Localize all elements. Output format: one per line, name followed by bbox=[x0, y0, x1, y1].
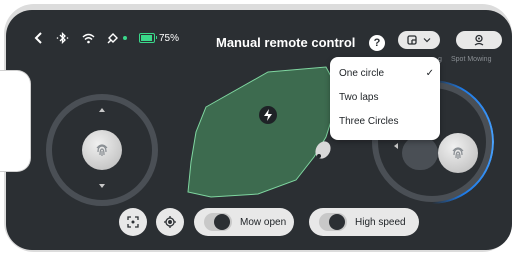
focus-button[interactable] bbox=[119, 208, 147, 236]
right-joystick-trail bbox=[402, 136, 438, 170]
chevron-down-icon bbox=[423, 38, 431, 43]
device-side-notch bbox=[0, 70, 31, 172]
menu-item-label: Two laps bbox=[339, 92, 379, 103]
battery-indicator: 75% bbox=[139, 33, 179, 44]
menu-item-label: Three Circles bbox=[339, 116, 399, 127]
speed-toggle[interactable]: High speed bbox=[309, 208, 419, 236]
mode-dropdown-button[interactable] bbox=[398, 31, 440, 49]
bluetooth-icon bbox=[56, 32, 70, 44]
lawn-area bbox=[187, 66, 335, 198]
status-bar: 75% bbox=[34, 32, 179, 44]
wifi-icon bbox=[82, 33, 95, 44]
map-icon bbox=[407, 35, 417, 45]
page-title: Manual remote control bbox=[216, 35, 356, 50]
fingerprint-icon bbox=[96, 144, 108, 156]
spot-mowing-label: Spot Mowing bbox=[451, 56, 492, 63]
locate-icon bbox=[164, 216, 176, 228]
mode-menu: One circle ✓ Two laps Three Circles bbox=[330, 57, 440, 140]
mow-toggle[interactable]: Mow open bbox=[194, 208, 294, 236]
mowing-map[interactable] bbox=[176, 62, 346, 202]
focus-icon bbox=[127, 216, 139, 228]
back-icon[interactable] bbox=[34, 32, 44, 44]
menu-item-two-laps[interactable]: Two laps bbox=[339, 90, 434, 106]
spot-mowing-button[interactable] bbox=[456, 31, 502, 49]
menu-item-label: One circle bbox=[339, 68, 385, 79]
locate-button[interactable] bbox=[156, 208, 184, 236]
speed-switch[interactable] bbox=[319, 213, 347, 231]
down-arrow-icon bbox=[99, 184, 105, 188]
speed-label: High speed bbox=[355, 216, 406, 228]
app-screen: 75% Manual remote control ? g Spot Mowin… bbox=[6, 10, 512, 250]
battery-icon bbox=[139, 33, 157, 43]
menu-item-one-circle[interactable]: One circle ✓ bbox=[339, 66, 434, 82]
signal-dot-icon bbox=[123, 36, 127, 40]
left-arrow-icon bbox=[394, 143, 398, 149]
spot-mowing-icon bbox=[474, 34, 484, 46]
satellite-icon bbox=[107, 32, 119, 44]
up-arrow-icon bbox=[99, 108, 105, 112]
mow-label: Mow open bbox=[240, 216, 287, 228]
left-joystick-thumb[interactable] bbox=[82, 130, 122, 170]
fingerprint-icon bbox=[452, 147, 464, 159]
help-button[interactable]: ? bbox=[369, 35, 385, 51]
battery-percent: 75% bbox=[159, 32, 180, 44]
check-icon: ✓ bbox=[425, 68, 434, 79]
menu-item-three-circles[interactable]: Three Circles bbox=[339, 114, 434, 130]
mow-switch[interactable] bbox=[204, 213, 232, 231]
right-joystick-thumb[interactable] bbox=[438, 133, 478, 173]
